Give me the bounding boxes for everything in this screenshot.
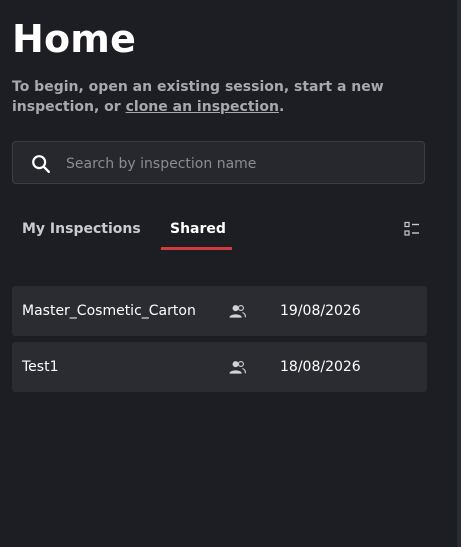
inspection-date: 18/08/2026 — [280, 359, 361, 375]
list-view-icon[interactable] — [404, 221, 420, 237]
clone-inspection-link[interactable]: clone an inspection — [126, 99, 279, 115]
tab-shared[interactable]: Shared — [170, 219, 226, 239]
inspection-date: 19/08/2026 — [280, 303, 361, 319]
inspection-row[interactable]: Test1 18/08/2026 — [12, 342, 427, 392]
active-tab-indicator — [161, 247, 232, 250]
intro-text: To begin, open an existing session, star… — [12, 77, 412, 117]
inspection-name: Master_Cosmetic_Carton — [22, 303, 196, 319]
search-input[interactable] — [64, 142, 418, 185]
search-icon — [32, 155, 50, 173]
intro-suffix: . — [278, 99, 285, 115]
inspection-row[interactable]: Master_Cosmetic_Carton 19/08/2026 — [12, 286, 427, 336]
window-edge — [457, 0, 461, 547]
page-title: Home — [12, 17, 137, 61]
inspection-name: Test1 — [22, 359, 59, 375]
tab-my-inspections[interactable]: My Inspections — [22, 219, 141, 239]
shared-users-icon — [229, 360, 246, 374]
search-box[interactable] — [12, 141, 425, 185]
shared-users-icon — [229, 304, 246, 318]
